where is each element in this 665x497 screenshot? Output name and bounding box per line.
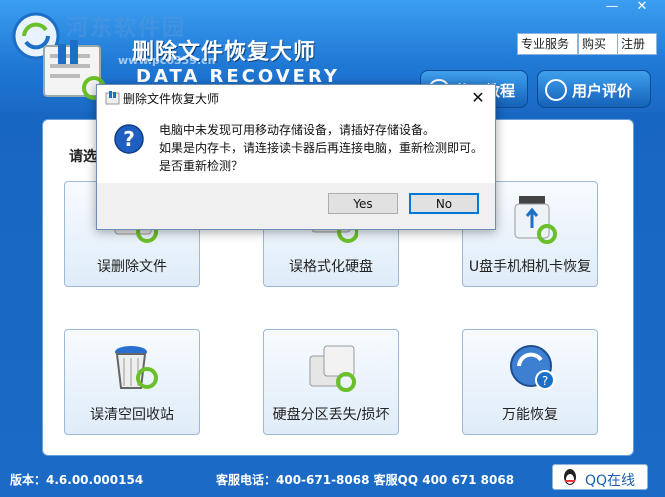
tile-label: 误清空回收站 — [90, 407, 174, 423]
register-link[interactable]: 注册 — [617, 33, 657, 55]
qq-online-button[interactable]: QQ在线 — [552, 464, 648, 490]
universal-recover-icon: ? — [510, 345, 555, 390]
support-hotline: 客服电话：400-671-8068 客服QQ 400 671 8068 — [216, 473, 515, 487]
app-window: 河东软件园 删除文件恢复大师 DATA RECOVERY www.pc0359.… — [0, 0, 665, 497]
tile-label: 误格式化硬盘 — [289, 259, 373, 275]
version-text: 版本：4.6.00.000154 — [10, 473, 144, 487]
yes-button[interactable]: Yes — [328, 193, 398, 214]
review-label: 用户评价 — [572, 82, 633, 100]
recycle-bin-icon — [115, 346, 158, 389]
dialog-titlebar: 删除文件恢复大师 ✕ — [97, 85, 495, 111]
dialog-message-line: 电脑中未发现可用移动存储设备，请插好存储设备。 — [159, 123, 436, 137]
tile-partition-lost[interactable]: 硬盘分区丢失/损坏 — [263, 329, 399, 435]
window-close-button[interactable]: ✕ — [628, 0, 656, 16]
select-prompt: 请选 — [69, 149, 97, 165]
qq-penguin-icon — [564, 469, 576, 485]
dialog-button-bar: Yes No — [97, 183, 495, 229]
no-button[interactable]: No — [409, 193, 479, 214]
dialog-close-button[interactable]: ✕ — [465, 87, 491, 109]
watermark-url: www.pc0359.cn — [118, 54, 216, 67]
tile-label: 硬盘分区丢失/损坏 — [272, 407, 390, 423]
question-icon: ? — [114, 124, 144, 154]
tile-label: 误删除文件 — [97, 259, 167, 275]
dialog-message-line: 是否重新检测？ — [159, 159, 244, 173]
tile-recycle-bin[interactable]: 误清空回收站 — [64, 329, 200, 435]
detect-device-dialog: 删除文件恢复大师 ✕ ? 电脑中未发现可用移动存储设备，请插好存储设备。 如果是… — [96, 84, 496, 230]
partition-disk-icon — [309, 345, 356, 392]
svg-text:?: ? — [123, 127, 135, 151]
qq-online-label: QQ在线 — [585, 473, 636, 489]
svg-text:?: ? — [542, 374, 548, 388]
app-small-icon — [105, 91, 120, 105]
dialog-message-line: 如果是内存卡，请连接读卡器后再连接电脑，重新检测即可。 — [159, 141, 484, 155]
tile-label: U盘手机相机卡恢复 — [468, 259, 592, 275]
buy-link[interactable]: 购买 — [578, 33, 618, 55]
tile-universal-recovery[interactable]: ? 万能恢复 — [462, 329, 598, 435]
dialog-title: 删除文件恢复大师 — [123, 92, 220, 106]
tile-label: 万能恢复 — [502, 407, 558, 423]
minimize-button[interactable]: — — [598, 0, 626, 16]
service-link[interactable]: 专业服务 — [517, 33, 578, 55]
review-icon — [545, 79, 567, 101]
review-button[interactable]: 用户评价 — [537, 70, 651, 108]
usb-drive-icon — [514, 196, 557, 244]
